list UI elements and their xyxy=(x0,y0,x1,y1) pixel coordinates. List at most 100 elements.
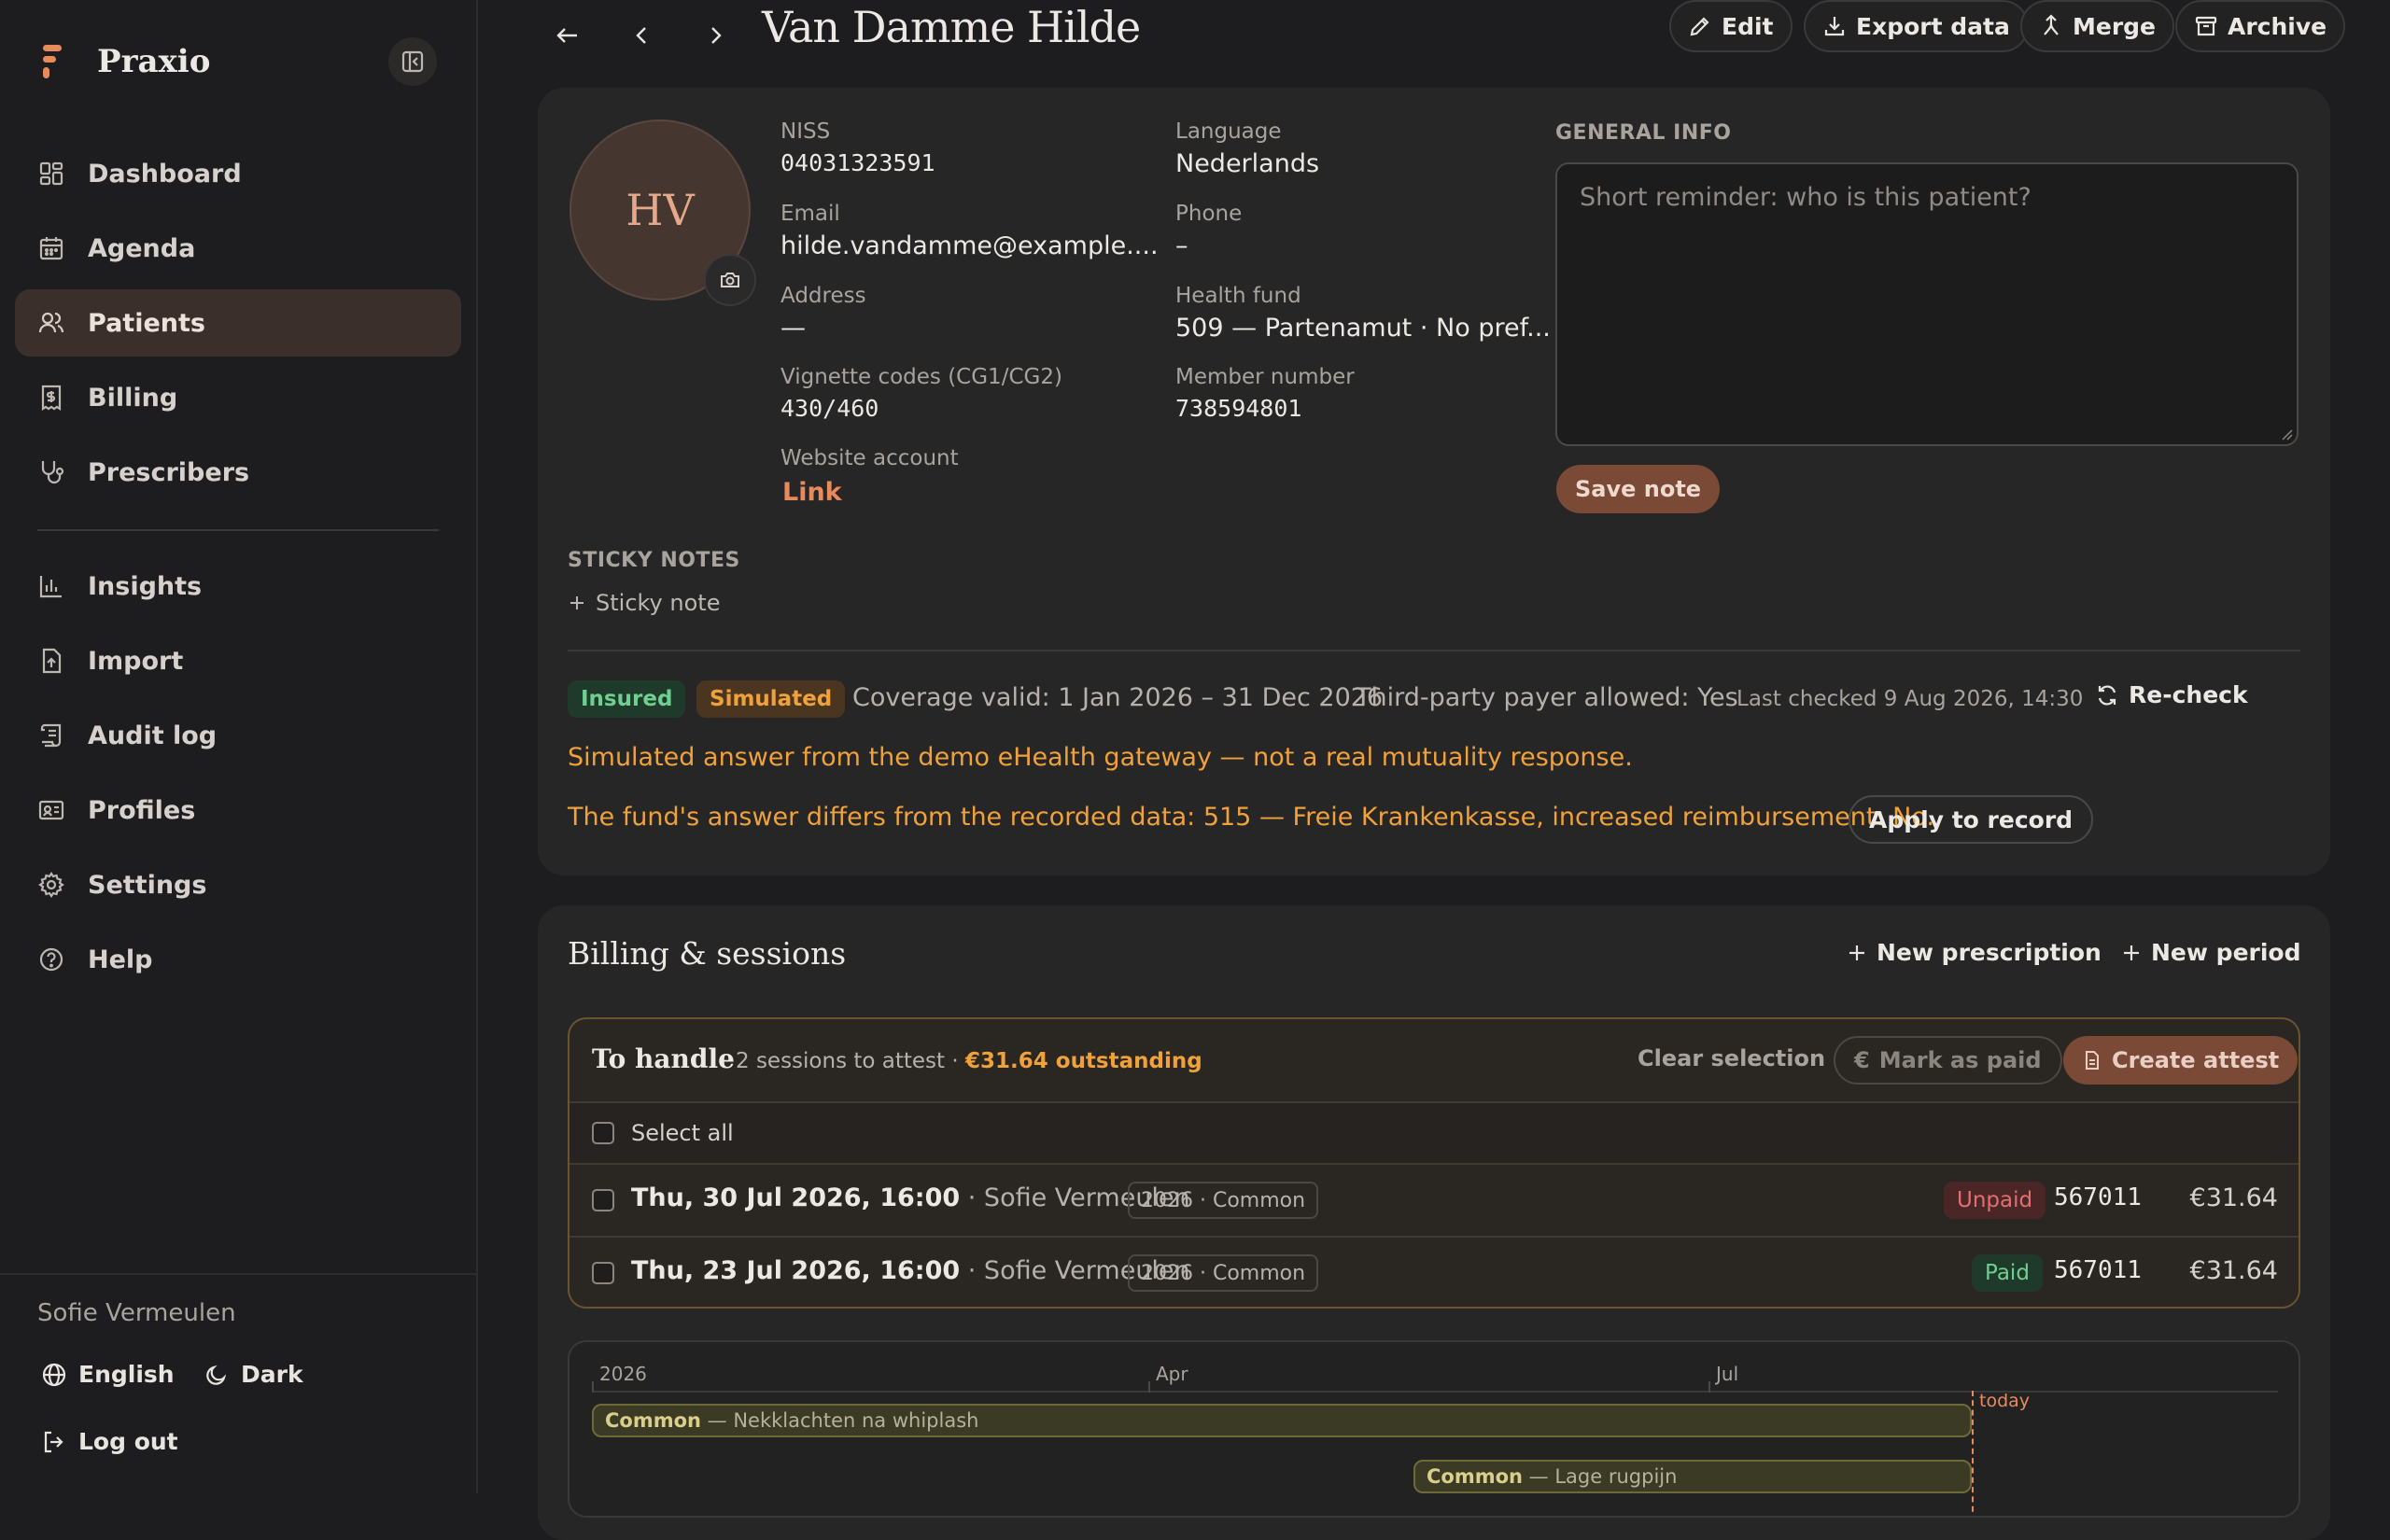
sidebar-item-patients[interactable]: Patients xyxy=(15,289,461,357)
row-checkbox[interactable] xyxy=(592,1189,614,1211)
recheck-button[interactable]: Re-check xyxy=(2095,681,2248,708)
today-marker xyxy=(1972,1391,1974,1516)
clear-selection-button[interactable]: Clear selection xyxy=(1638,1045,1825,1071)
calendar-icon xyxy=(37,234,65,262)
vignette-value: 430/460 xyxy=(780,395,879,422)
sidebar-item-dashboard[interactable]: Dashboard xyxy=(15,140,461,207)
merge-label: Merge xyxy=(2073,12,2157,40)
niss-label: NISS xyxy=(780,119,831,144)
session-date: Thu, 30 Jul 2026, 16:00 xyxy=(631,1183,961,1212)
refresh-icon xyxy=(2095,683,2119,707)
apply-to-record-button[interactable]: Apply to record xyxy=(1849,795,2094,844)
to-handle-summary: 2 sessions to attest · €31.64 outstandin… xyxy=(736,1049,1202,1073)
new-prescription-button[interactable]: New prescription xyxy=(1847,939,2102,966)
sidebar-item-help[interactable]: Help xyxy=(15,926,461,993)
change-photo-button[interactable] xyxy=(704,254,756,306)
fund-difference-warning: The fund's answer differs from the recor… xyxy=(568,803,1934,832)
plus-icon xyxy=(1847,943,1867,963)
today-label: today xyxy=(1979,1391,2031,1411)
mark-as-paid-button[interactable]: € Mark as paid xyxy=(1834,1036,2062,1085)
add-sticky-note-button[interactable]: Sticky note xyxy=(568,590,720,616)
previous-patient-button[interactable] xyxy=(616,9,668,62)
health-fund-label: Health fund xyxy=(1175,284,1301,308)
back-button[interactable] xyxy=(541,9,594,62)
sidebar-item-profiles[interactable]: Profiles xyxy=(15,777,461,844)
sidebar-item-label: Import xyxy=(88,646,184,676)
dashboard-icon xyxy=(37,160,65,188)
sidebar-item-insights[interactable]: Insights xyxy=(15,553,461,620)
general-info-textarea[interactable]: Short reminder: who is this patient? xyxy=(1555,162,2299,446)
theme-toggle[interactable]: Dark xyxy=(204,1361,303,1388)
merge-icon xyxy=(2039,14,2063,38)
prescription-period-bar[interactable]: Common — Nekklachten na whiplash xyxy=(592,1404,1972,1437)
archive-icon xyxy=(2194,14,2218,38)
vignette-label: Vignette codes (CG1/CG2) xyxy=(780,365,1062,389)
sidebar-footer xyxy=(0,1273,476,1275)
nomenclature-code: 567011 xyxy=(2054,1183,2142,1211)
sidebar-item-label: Help xyxy=(88,945,153,974)
create-attest-button[interactable]: Create attest xyxy=(2063,1036,2299,1085)
language-value: Nederlands xyxy=(1175,149,1320,178)
sidebar-item-import[interactable]: Import xyxy=(15,627,461,694)
table-row[interactable]: Thu, 30 Jul 2026, 16:00 · Sofie Vermeule… xyxy=(569,1163,2299,1238)
period-description: — Nekklachten na whiplash xyxy=(707,1409,979,1432)
nomenclature-code: 567011 xyxy=(2054,1256,2142,1284)
session-date: Thu, 23 Jul 2026, 16:00 xyxy=(631,1256,961,1285)
chevron-left-icon xyxy=(628,21,656,49)
main-nav: Dashboard Agenda Patients Billing Prescr… xyxy=(15,140,461,513)
current-user-name: Sofie Vermeulen xyxy=(37,1299,236,1327)
merge-button[interactable]: Merge xyxy=(2020,0,2175,52)
export-data-button[interactable]: Export data xyxy=(1804,0,2029,52)
third-party-text: Third-party payer allowed: Yes xyxy=(1356,683,1738,712)
prescription-period-bar[interactable]: Common — Lage rugpijn xyxy=(1413,1460,1972,1493)
sidebar-item-label: Dashboard xyxy=(88,159,242,189)
prescription-tag: 2026 · Common xyxy=(1128,1182,1319,1219)
users-icon xyxy=(37,309,65,337)
plus-icon xyxy=(2121,943,2142,963)
select-all-checkbox[interactable] xyxy=(592,1122,614,1144)
language-switcher[interactable]: English xyxy=(41,1361,175,1388)
timeline-tick xyxy=(1148,1381,1150,1393)
select-all-label: Select all xyxy=(631,1120,734,1146)
timeline-month: 2026 xyxy=(599,1363,647,1385)
timeline-month: Apr xyxy=(1156,1363,1188,1385)
sidebar-collapse-icon xyxy=(400,49,426,75)
app-name: Praxio xyxy=(97,43,211,80)
brand[interactable]: Praxio xyxy=(39,41,210,82)
edit-button[interactable]: Edit xyxy=(1669,0,1792,52)
member-number-label: Member number xyxy=(1175,365,1355,389)
archive-button[interactable]: Archive xyxy=(2175,0,2346,52)
scroll-icon xyxy=(37,721,65,749)
member-number-value: 738594801 xyxy=(1175,395,1302,422)
sidebar-item-prescribers[interactable]: Prescribers xyxy=(15,439,461,506)
mark-as-paid-label: Mark as paid xyxy=(1878,1047,2042,1073)
collapse-sidebar-button[interactable] xyxy=(388,37,437,86)
sidebar-item-label: Audit log xyxy=(88,721,218,750)
sidebar-item-settings[interactable]: Settings xyxy=(15,851,461,918)
sidebar-item-billing[interactable]: Billing xyxy=(15,364,461,431)
logout-button[interactable]: Log out xyxy=(41,1428,178,1455)
save-note-button[interactable]: Save note xyxy=(1556,465,1721,513)
new-period-button[interactable]: New period xyxy=(2121,939,2301,966)
select-all-row: Select all xyxy=(569,1101,2299,1165)
arrow-left-icon xyxy=(554,21,582,49)
to-handle-title: To handle xyxy=(592,1043,735,1074)
website-account-link[interactable]: Link xyxy=(782,478,842,507)
create-attest-label: Create attest xyxy=(2112,1047,2280,1073)
sidebar-item-label: Agenda xyxy=(88,233,196,263)
last-checked-text: Last checked 9 Aug 2026, 14:30 xyxy=(1736,687,2084,711)
sidebar-item-label: Insights xyxy=(88,571,203,601)
new-prescription-label: New prescription xyxy=(1877,939,2102,966)
sidebar-item-audit-log[interactable]: Audit log xyxy=(15,702,461,769)
bar-chart-icon xyxy=(37,572,65,600)
niss-value: 04031323591 xyxy=(780,149,935,176)
resize-handle-icon xyxy=(2280,427,2293,441)
health-fund-value: 509 — Partenamut · No pref... xyxy=(1175,314,1551,343)
sidebar-item-agenda[interactable]: Agenda xyxy=(15,215,461,282)
document-icon xyxy=(2082,1050,2102,1071)
next-patient-button[interactable] xyxy=(689,9,741,62)
row-checkbox[interactable] xyxy=(592,1262,614,1284)
avatar-initials: HV xyxy=(626,185,695,235)
table-row[interactable]: Thu, 23 Jul 2026, 16:00 · Sofie Vermeule… xyxy=(569,1236,2299,1307)
phone-value: – xyxy=(1175,231,1188,260)
